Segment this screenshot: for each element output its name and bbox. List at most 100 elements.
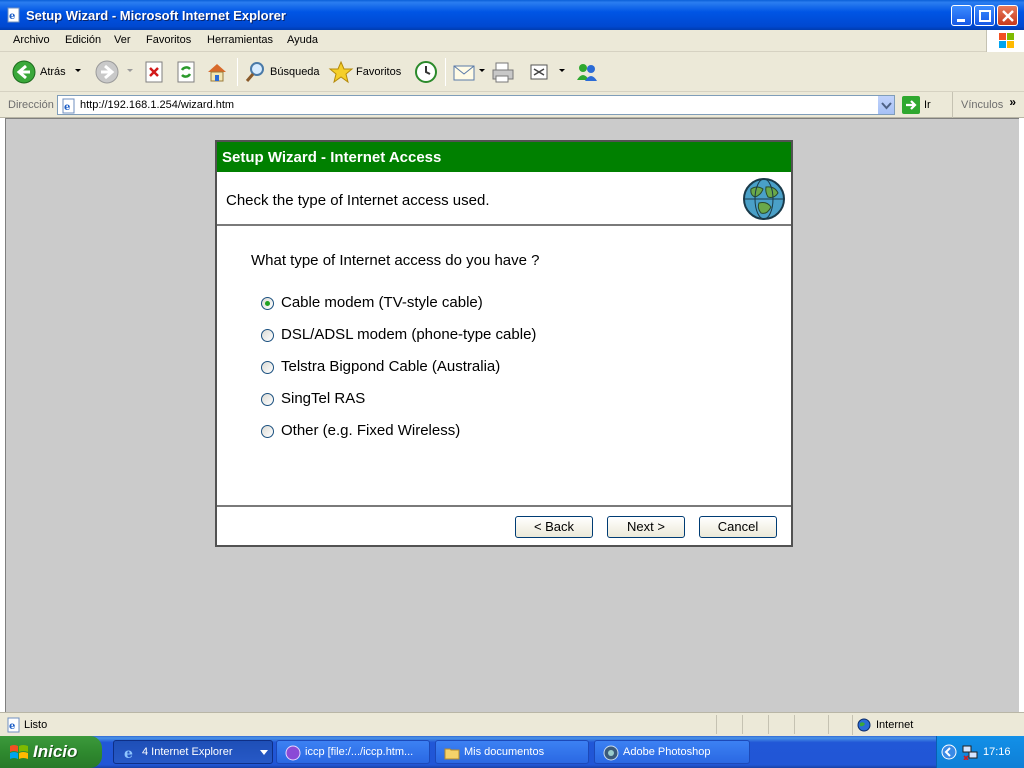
windows-flag-icon [999, 33, 1014, 48]
edit-dropdown-icon[interactable] [558, 66, 566, 90]
wizard-title: Setup Wizard - Internet Access [222, 149, 442, 166]
minimize-button[interactable] [951, 5, 972, 26]
chevron-down-icon [881, 102, 892, 110]
edit-icon[interactable] [528, 60, 550, 84]
system-tray: 17:16 [936, 736, 1024, 768]
close-button[interactable] [997, 5, 1018, 26]
taskbar: Inicio e 4 Internet Explorer iccp [file:… [0, 736, 1024, 768]
address-bar: Dirección e http://192.168.1.254/wizard.… [0, 92, 1024, 118]
radio-other[interactable] [261, 425, 274, 438]
address-label: Dirección [8, 99, 54, 111]
svg-text:e: e [9, 11, 15, 22]
mail-dropdown-icon[interactable] [478, 66, 486, 90]
favorites-star-icon[interactable] [328, 60, 354, 84]
task-group-arrow-icon [260, 750, 268, 755]
back-arrow-icon[interactable] [12, 60, 36, 84]
option-label[interactable]: Other (e.g. Fixed Wireless) [281, 422, 460, 439]
wizard-body: What type of Internet access do you have… [217, 228, 791, 507]
close-icon [1002, 10, 1014, 22]
task-internet-explorer[interactable]: e 4 Internet Explorer [113, 740, 273, 764]
wizard-subheader: Check the type of Internet access used. [217, 172, 791, 226]
internet-globe-icon [857, 718, 871, 732]
radio-telstra-bigpond[interactable] [261, 361, 274, 374]
option-label[interactable]: Cable modem (TV-style cable) [281, 294, 483, 311]
menu-ver[interactable]: Ver [114, 34, 131, 46]
tray-expand-icon[interactable] [941, 744, 957, 760]
option-singtel-ras[interactable]: SingTel RAS [261, 388, 741, 408]
links-label[interactable]: Vínculos [961, 99, 1003, 111]
refresh-icon[interactable] [175, 60, 197, 84]
chevron-right-icon[interactable]: » [1009, 95, 1016, 109]
svg-text:e: e [124, 746, 133, 761]
status-bar: e Listo Internet [0, 712, 1024, 736]
menu-bar: Archivo Edición Ver Favoritos Herramient… [0, 30, 1024, 52]
option-label[interactable]: Telstra Bigpond Cable (Australia) [281, 358, 500, 375]
home-icon[interactable] [205, 60, 229, 84]
print-icon[interactable] [490, 60, 516, 84]
radio-dsl-modem[interactable] [261, 329, 274, 342]
media-player-icon [285, 745, 301, 761]
option-label[interactable]: SingTel RAS [281, 390, 365, 407]
task-mis-documentos[interactable]: Mis documentos [435, 740, 589, 764]
option-other[interactable]: Other (e.g. Fixed Wireless) [261, 420, 741, 440]
task-label[interactable]: Mis documentos [464, 746, 544, 758]
task-label[interactable]: 4 Internet Explorer [142, 746, 233, 758]
svg-text:e: e [64, 102, 70, 113]
menu-edicion[interactable]: Edición [65, 34, 101, 46]
messenger-icon[interactable] [574, 60, 600, 84]
windows-logo [986, 30, 1024, 52]
toolbar: Atrás Búsqueda Favoritos [0, 52, 1024, 92]
windows-flag-icon [10, 745, 28, 759]
setup-wizard-panel: Setup Wizard - Internet Access Check the… [215, 140, 793, 547]
network-icon[interactable] [961, 744, 979, 760]
stop-icon[interactable] [143, 60, 165, 84]
access-question: What type of Internet access do you have… [251, 252, 540, 269]
status-text: Listo [24, 719, 48, 731]
clock: 17:16 [983, 746, 1011, 758]
maximize-button[interactable] [974, 5, 995, 26]
task-label[interactable]: iccp [file:/.../iccp.htm... [305, 746, 413, 758]
back-label[interactable]: Atrás [40, 66, 66, 78]
address-input[interactable]: e http://192.168.1.254/wizard.htm [57, 95, 895, 115]
task-adobe-photoshop[interactable]: Adobe Photoshop [594, 740, 750, 764]
zone-label: Internet [876, 719, 914, 731]
radio-cable-modem[interactable] [261, 297, 274, 310]
history-icon[interactable] [414, 60, 438, 84]
start-label[interactable]: Inicio [33, 742, 77, 762]
page-status-icon: e [7, 717, 20, 733]
security-zone: Internet [852, 715, 1024, 735]
svg-text:e: e [9, 721, 15, 732]
menu-herramientas[interactable]: Herramientas [207, 34, 273, 46]
search-icon[interactable] [244, 60, 268, 84]
search-label[interactable]: Búsqueda [270, 66, 320, 78]
task-iccp[interactable]: iccp [file:/.../iccp.htm... [276, 740, 430, 764]
links-bar[interactable]: Vínculos » [952, 92, 1024, 118]
address-url[interactable]: http://192.168.1.254/wizard.htm [80, 99, 234, 111]
page-content: Setup Wizard - Internet Access Check the… [5, 118, 1019, 712]
task-label[interactable]: Adobe Photoshop [623, 746, 710, 758]
maximize-icon [979, 10, 991, 22]
forward-dropdown-icon[interactable] [126, 66, 134, 90]
address-dropdown-button[interactable] [877, 96, 894, 114]
cancel-button[interactable]: Cancel [699, 516, 777, 538]
go-button-label[interactable]: Ir [924, 99, 931, 111]
back-button[interactable]: < Back [515, 516, 593, 538]
option-dsl-modem[interactable]: DSL/ADSL modem (phone-type cable) [261, 324, 741, 344]
next-button[interactable]: Next > [607, 516, 685, 538]
go-arrow-icon[interactable] [902, 96, 920, 114]
mail-icon[interactable] [452, 60, 478, 84]
menu-ayuda[interactable]: Ayuda [287, 34, 318, 46]
radio-singtel-ras[interactable] [261, 393, 274, 406]
menu-favoritos[interactable]: Favoritos [146, 34, 191, 46]
globe-icon [743, 178, 785, 220]
back-dropdown-icon[interactable] [74, 66, 82, 90]
menu-archivo[interactable]: Archivo [13, 34, 50, 46]
ie-page-icon: e [7, 7, 20, 23]
page-icon: e [62, 98, 75, 114]
favorites-label[interactable]: Favoritos [356, 66, 401, 78]
start-button[interactable]: Inicio [0, 736, 102, 768]
option-label[interactable]: DSL/ADSL modem (phone-type cable) [281, 326, 536, 343]
option-cable-modem[interactable]: Cable modem (TV-style cable) [261, 292, 741, 312]
option-telstra-bigpond[interactable]: Telstra Bigpond Cable (Australia) [261, 356, 741, 376]
forward-arrow-icon[interactable] [95, 60, 119, 84]
